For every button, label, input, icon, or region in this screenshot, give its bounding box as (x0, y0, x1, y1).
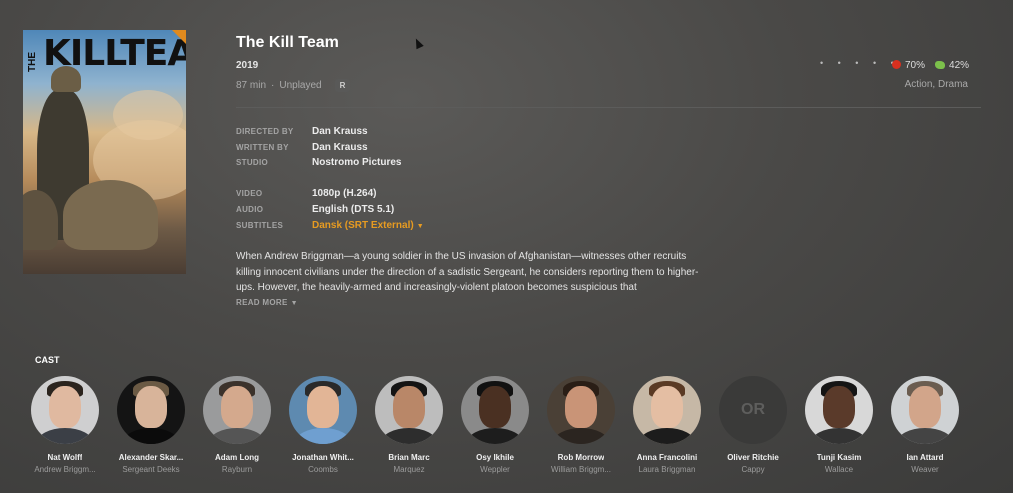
cast-member[interactable]: Ian Attard Weaver (882, 376, 968, 474)
avatar[interactable] (289, 376, 357, 444)
watch-status: Unplayed (279, 80, 322, 91)
movie-poster[interactable]: THE KILLTEAM (23, 30, 186, 274)
avatar[interactable] (461, 376, 529, 444)
media-label: SUBTITLES (236, 221, 284, 230)
cast-member[interactable]: Tunji Kasim Wallace (796, 376, 882, 474)
media-label: AUDIO (236, 205, 264, 214)
cast-list: Nat Wolff Andrew Briggm... Alexander Ska… (22, 376, 968, 474)
cast-name: Jonathan Whit... (292, 453, 354, 462)
audio-value[interactable]: English (DTS 5.1) (312, 204, 394, 215)
movie-meta: 87 min · Unplayed R (236, 79, 351, 92)
cast-role: Coombs (308, 465, 338, 474)
movie-summary: When Andrew Briggman—a young soldier in … (236, 251, 699, 293)
popcorn-splat-icon (935, 61, 946, 69)
poster-title-small: THE (27, 52, 38, 72)
poster-corner-badge (172, 30, 186, 44)
cast-name: Adam Long (215, 453, 259, 462)
cast-member[interactable]: OR Oliver Ritchie Cappy (710, 376, 796, 474)
poster-title: KILLTEAM (43, 33, 186, 74)
chevron-down-icon: ▼ (290, 300, 298, 307)
credit-label: WRITTEN BY (236, 143, 289, 152)
meta-separator: · (271, 80, 275, 91)
cast-member[interactable]: Alexander Skar... Sergeant Deeks (108, 376, 194, 474)
critic-score-value: 70% (905, 60, 926, 71)
cast-role: Weaver (911, 465, 939, 474)
read-more-label: READ MORE (236, 298, 288, 307)
cast-role: William Briggm... (550, 465, 611, 474)
movie-year[interactable]: 2019 (236, 60, 258, 71)
cast-role: Marquez (393, 465, 425, 474)
credit-label: STUDIO (236, 158, 269, 167)
avatar[interactable] (891, 376, 959, 444)
avatar[interactable] (547, 376, 615, 444)
cast-name: Alexander Skar... (118, 453, 184, 462)
cast-name: Rob Morrow (557, 453, 605, 462)
tomato-icon (892, 60, 901, 69)
audience-score-value: 42% (949, 60, 970, 71)
poster-helmet (63, 180, 158, 250)
audience-score: 42% (935, 60, 969, 71)
cast-name: Anna Francolini (636, 453, 698, 462)
video-value: 1080p (H.264) (312, 188, 377, 199)
cast-heading: CAST (35, 355, 60, 365)
writer-link[interactable]: Dan Krauss (312, 142, 368, 153)
movie-genres[interactable]: Action, Drama (905, 79, 968, 90)
avatar[interactable] (31, 376, 99, 444)
chevron-down-icon: ▼ (416, 223, 424, 230)
subtitles-value: Dansk (SRT External) (312, 220, 414, 231)
cast-role: Sergeant Deeks (122, 465, 180, 474)
avatar[interactable] (805, 376, 873, 444)
studio-link[interactable]: Nostromo Pictures (312, 157, 401, 168)
cast-role: Rayburn (221, 465, 253, 474)
cast-member[interactable]: Anna Francolini Laura Briggman (624, 376, 710, 474)
avatar-placeholder[interactable]: OR (719, 376, 787, 444)
cast-role: Cappy (741, 465, 765, 474)
cast-name: Brian Marc (388, 453, 430, 462)
mouse-cursor-icon (412, 36, 424, 50)
credit-label: DIRECTED BY (236, 127, 294, 136)
media-label: VIDEO (236, 189, 263, 198)
cast-member[interactable]: Osy Ikhile Weppler (452, 376, 538, 474)
header-divider (236, 107, 981, 108)
avatar[interactable] (375, 376, 443, 444)
movie-title: The Kill Team (236, 34, 339, 51)
movie-duration: 87 min (236, 80, 267, 91)
cast-name: Oliver Ritchie (727, 453, 779, 462)
cast-member[interactable]: Nat Wolff Andrew Briggm... (22, 376, 108, 474)
avatar[interactable] (633, 376, 701, 444)
content-rating-badge[interactable]: R (334, 79, 351, 92)
cast-name: Nat Wolff (47, 453, 83, 462)
director-link[interactable]: Dan Krauss (312, 126, 368, 137)
cast-role: Andrew Briggm... (34, 465, 96, 474)
cast-name: Ian Attard (906, 453, 944, 462)
read-more-button[interactable]: READ MORE ▼ (236, 298, 298, 307)
cast-role: Laura Briggman (638, 465, 696, 474)
subtitles-dropdown[interactable]: Dansk (SRT External) ▼ (312, 220, 424, 231)
cast-role: Wallace (824, 465, 854, 474)
avatar[interactable] (203, 376, 271, 444)
critic-score: 70% (892, 60, 925, 71)
avatar[interactable] (117, 376, 185, 444)
review-scores: 70% 42% (892, 60, 969, 71)
poster-dust (113, 90, 183, 140)
cast-name: Tunji Kasim (816, 453, 862, 462)
cast-member[interactable]: Brian Marc Marquez (366, 376, 452, 474)
cast-member[interactable]: Jonathan Whit... Coombs (280, 376, 366, 474)
user-star-rating[interactable]: • • • • • (820, 58, 900, 68)
cast-name: Osy Ikhile (476, 453, 514, 462)
cast-member[interactable]: Rob Morrow William Briggm... (538, 376, 624, 474)
cast-member[interactable]: Adam Long Rayburn (194, 376, 280, 474)
cast-role: Weppler (480, 465, 510, 474)
